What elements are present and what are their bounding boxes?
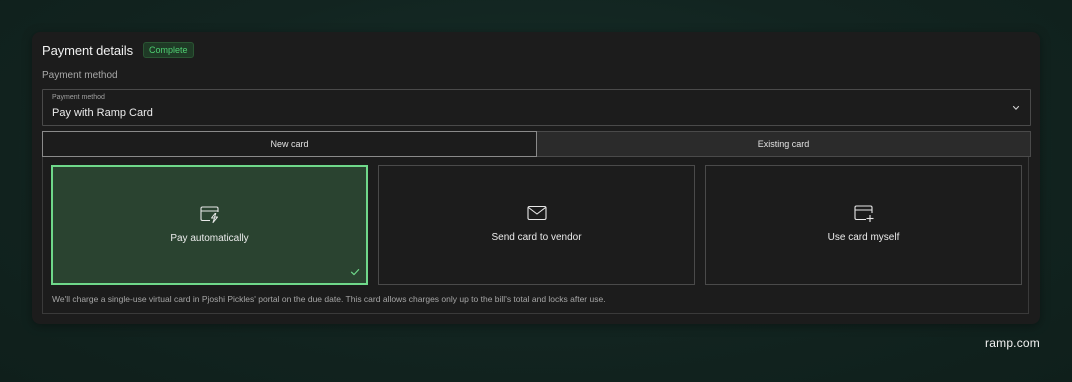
envelope-icon bbox=[526, 205, 547, 221]
card-type-tabs: New card Existing card bbox=[42, 131, 1031, 157]
payment-options-container: Pay automatically Send card to vendor Us… bbox=[42, 157, 1029, 314]
option-use-card-myself[interactable]: Use card myself bbox=[705, 165, 1022, 285]
tab-new-card[interactable]: New card bbox=[42, 131, 537, 157]
option-label: Send card to vendor bbox=[491, 232, 582, 243]
page-title: Payment details bbox=[42, 42, 133, 58]
checkmark-icon bbox=[350, 268, 360, 276]
option-label: Pay automatically bbox=[170, 233, 249, 244]
status-badge: Complete bbox=[143, 42, 194, 58]
card-plus-icon bbox=[853, 205, 873, 222]
panel-header: Payment details Complete bbox=[42, 42, 194, 58]
option-send-card-to-vendor[interactable]: Send card to vendor bbox=[378, 165, 695, 285]
payment-method-field-caption: Payment method bbox=[52, 94, 105, 101]
payment-method-section-label: Payment method bbox=[42, 70, 118, 81]
payment-method-selected-value: Pay with Ramp Card bbox=[52, 107, 153, 119]
brand-url: ramp.com bbox=[985, 336, 1040, 350]
payment-details-panel: Payment details Complete Payment method … bbox=[32, 32, 1040, 324]
tab-existing-card[interactable]: Existing card bbox=[537, 131, 1031, 157]
card-lightning-icon bbox=[199, 206, 219, 223]
option-label: Use card myself bbox=[827, 232, 900, 243]
payment-option-description: We'll charge a single-use virtual card i… bbox=[52, 294, 606, 304]
chevron-down-icon bbox=[1012, 105, 1020, 110]
payment-method-select[interactable]: Payment method Pay with Ramp Card bbox=[42, 89, 1031, 126]
option-pay-automatically[interactable]: Pay automatically bbox=[51, 165, 368, 285]
